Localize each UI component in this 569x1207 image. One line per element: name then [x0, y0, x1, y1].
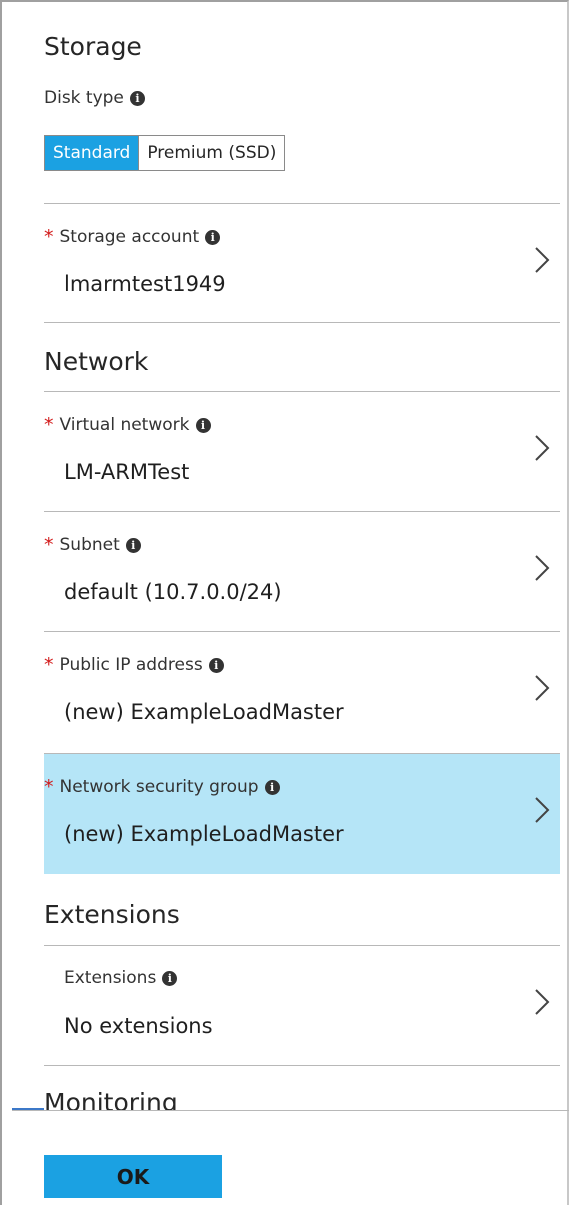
divider [44, 322, 560, 323]
info-icon[interactable]: i [125, 537, 141, 553]
monitoring-section-title: Monitoring [44, 1088, 178, 1110]
virtual-network-row[interactable]: * Virtual network i LM-ARMTest [44, 392, 560, 510]
virtual-network-value: LM-ARMTest [64, 460, 190, 484]
storage-account-row[interactable]: * Storage account i lmarmtest1949 [44, 204, 560, 322]
storage-account-label: Storage account [59, 227, 200, 247]
disk-type-label-row: Disk type i [44, 88, 145, 108]
info-icon[interactable]: i [162, 970, 178, 986]
public-ip-row[interactable]: * Public IP address i (new) ExampleLoadM… [44, 632, 560, 750]
nsg-label: Network security group [59, 777, 259, 797]
subnet-label: Subnet [59, 535, 120, 555]
extensions-value: No extensions [64, 1014, 213, 1038]
ok-button[interactable]: OK [44, 1155, 222, 1198]
public-ip-label: Public IP address [59, 655, 203, 675]
chevron-right-icon [535, 989, 550, 1015]
info-icon[interactable]: i [205, 229, 221, 245]
info-icon[interactable]: i [208, 657, 224, 673]
info-icon[interactable]: i [129, 90, 145, 106]
chevron-right-icon [535, 555, 550, 581]
nsg-value: (new) ExampleLoadMaster [64, 822, 344, 846]
required-marker: * [44, 226, 54, 248]
network-section-title: Network [44, 347, 149, 376]
disk-type-label: Disk type [44, 88, 124, 108]
chevron-right-icon [535, 247, 550, 273]
footer-divider [12, 1110, 569, 1111]
required-marker: * [44, 414, 54, 436]
nsg-row[interactable]: * Network security group i (new) Example… [44, 754, 560, 874]
required-marker: * [44, 654, 54, 676]
public-ip-value: (new) ExampleLoadMaster [64, 700, 344, 724]
nsg-label-row: * Network security group i [44, 776, 280, 798]
required-marker: * [44, 776, 54, 798]
extensions-label: Extensions [64, 968, 157, 988]
disk-type-premium-option[interactable]: Premium (SSD) [138, 136, 285, 170]
chevron-right-icon [535, 675, 550, 701]
info-icon[interactable]: i [195, 417, 211, 433]
extensions-row[interactable]: Extensions i No extensions [44, 946, 560, 1064]
settings-scroll-area[interactable]: Storage Disk type i Standard Premium (SS… [2, 2, 562, 1110]
subnet-value: default (10.7.0.0/24) [64, 580, 282, 604]
extensions-section-title: Extensions [44, 900, 180, 929]
storage-section-title: Storage [44, 32, 142, 61]
required-marker: * [44, 534, 54, 556]
public-ip-label-row: * Public IP address i [44, 654, 224, 676]
storage-account-label-row: * Storage account i [44, 226, 221, 248]
scroll-indicator [12, 1108, 44, 1110]
divider [44, 1065, 560, 1066]
extensions-label-row: Extensions i [64, 968, 178, 988]
info-icon[interactable]: i [264, 779, 280, 795]
blade-footer: OK [2, 1108, 569, 1207]
virtual-network-label-row: * Virtual network i [44, 414, 211, 436]
virtual-network-label: Virtual network [59, 415, 190, 435]
chevron-right-icon [535, 797, 550, 823]
subnet-label-row: * Subnet i [44, 534, 141, 556]
disk-type-standard-option[interactable]: Standard [45, 136, 139, 170]
settings-blade: Storage Disk type i Standard Premium (SS… [0, 0, 569, 1205]
disk-type-toggle: Standard Premium (SSD) [44, 135, 286, 171]
chevron-right-icon [535, 435, 550, 461]
storage-account-value: lmarmtest1949 [64, 272, 226, 296]
subnet-row[interactable]: * Subnet i default (10.7.0.0/24) [44, 512, 560, 630]
